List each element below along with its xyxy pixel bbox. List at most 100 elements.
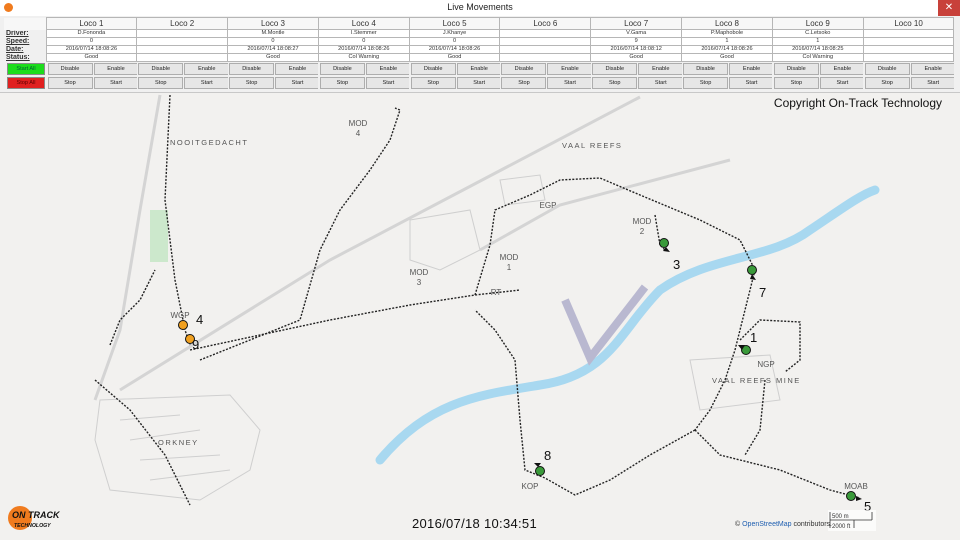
loco-10-enable-button[interactable]: Enable [910, 63, 954, 75]
loco-5-start-button[interactable]: Start [456, 77, 500, 89]
loco-4-disable-button[interactable]: Disable [319, 63, 365, 75]
loco-6-start-button[interactable]: Start [547, 77, 591, 89]
loco-8-speed: 1 [681, 37, 773, 46]
loco-5-marker[interactable] [846, 491, 856, 501]
loco-3-disable-button[interactable]: Disable [229, 63, 275, 75]
loco-6-stop-start-cell: Stop Start [499, 76, 591, 90]
loco-7-status: Good [590, 53, 683, 62]
loco-7-date: 2016/07/14 18:08:12 [590, 45, 683, 54]
loco-10-disable-button[interactable]: Disable [864, 63, 910, 75]
loco-1-enable-button[interactable]: Enable [93, 63, 137, 75]
loco-5-disable-enable-cell: Disable Enable [409, 61, 500, 76]
loco-1-name: Loco 1 [45, 17, 138, 30]
label-mod2-a: MOD [633, 217, 652, 226]
loco-8-start-button[interactable]: Start [729, 77, 773, 89]
loco-3-status: Good [227, 53, 319, 62]
loco-7-direction-icon [750, 274, 756, 280]
loco-4-stop-button[interactable]: Stop [319, 77, 365, 89]
loco-2-disable-enable-cell: Disable Enable [136, 61, 228, 76]
loco-10-status [862, 53, 955, 62]
loco-1-stop-button[interactable]: Stop [47, 77, 93, 89]
label-mod2-b: 2 [640, 227, 645, 236]
loco-6-stop-button[interactable]: Stop [501, 77, 547, 89]
osm-link[interactable]: OpenStreetMap [742, 521, 791, 528]
loco-8-name: Loco 8 [681, 17, 773, 30]
loco-2-disable-button[interactable]: Disable [138, 63, 184, 75]
loco-7-start-button[interactable]: Start [638, 77, 682, 89]
loco-1-start-button[interactable]: Start [93, 77, 137, 89]
status-label: Status: [4, 53, 46, 62]
loco-9-stop-button[interactable]: Stop [773, 77, 819, 89]
loco-8-enable-button[interactable]: Enable [729, 63, 773, 75]
loco-6-disable-enable-cell: Disable Enable [499, 61, 591, 76]
loco-1-speed: 0 [45, 37, 138, 46]
loco-10-disable-enable-cell: Disable Enable [863, 61, 954, 76]
stop-all-button[interactable]: Stop All [7, 77, 45, 89]
rail-moab-line [694, 429, 861, 499]
loco-5-speed: 0 [408, 37, 501, 46]
loco-4-label: 4 [196, 312, 203, 327]
loco-3-enable-button[interactable]: Enable [275, 63, 319, 75]
loco-3-date: 2016/07/14 18:08:27 [227, 45, 319, 54]
loco-9-stop-start-cell: Stop Start [772, 76, 864, 90]
loco-4-status: Col Warning [317, 53, 410, 62]
loco-8-status: Good [681, 53, 773, 62]
loco-4-marker[interactable] [178, 320, 188, 330]
loco-2-stop-button[interactable]: Stop [138, 77, 184, 89]
close-button[interactable]: ✕ [938, 0, 960, 16]
label-moab: MOAB [844, 482, 868, 491]
start-stop-row: Stop All Stop Start Stop Start Stop Start Stop… [4, 76, 954, 90]
loco-6-disable-button[interactable]: Disable [501, 63, 547, 75]
loco-2-start-button[interactable]: Start [184, 77, 228, 89]
loco-8-disable-enable-cell: Disable Enable [681, 61, 773, 76]
copyright-text: Copyright On-Track Technology [773, 96, 942, 110]
loco-9-start-button[interactable]: Start [819, 77, 864, 89]
loco-3-start-button[interactable]: Start [275, 77, 319, 89]
rail-north-loop [474, 177, 756, 296]
loco-5-stop-button[interactable]: Stop [410, 77, 456, 89]
driver-label: Driver: [4, 29, 46, 38]
mod3-town-area [409, 209, 481, 271]
loco-5-disable-button[interactable]: Disable [410, 63, 456, 75]
loco-control-panel: Loco 1 Loco 2 Loco 3 Loco 4 Loco 5 Loco 6 Loco… [0, 16, 960, 93]
stop-all-cell: Stop All [4, 76, 46, 90]
loco-6-speed [499, 37, 592, 46]
loco-header-row: Loco 1 Loco 2 Loco 3 Loco 4 Loco 5 Loco 6 Loco… [4, 17, 955, 30]
corner-cell [4, 17, 46, 30]
speed-row: Speed: 0000911 [4, 37, 955, 46]
loco-7-disable-button[interactable]: Disable [592, 63, 638, 75]
loco-10-stop-start-cell: Stop Start [863, 76, 954, 90]
loco-9-disable-button[interactable]: Disable [773, 63, 819, 75]
loco-7-speed: 9 [590, 37, 683, 46]
orkney-town-area [94, 394, 261, 501]
loco-10-start-button[interactable]: Start [910, 77, 954, 89]
loco-3-marker[interactable] [659, 238, 669, 248]
loco-4-start-button[interactable]: Start [365, 77, 410, 89]
label-orkney: ORKNEY [158, 438, 199, 447]
loco-1-disable-button[interactable]: Disable [47, 63, 93, 75]
loco-3-speed: 0 [227, 37, 319, 46]
loco-5-enable-button[interactable]: Enable [456, 63, 500, 75]
loco-8-stop-button[interactable]: Stop [683, 77, 729, 89]
map-view[interactable]: NOOITGEDACHT VAAL REEFS ORKNEY VAAL REEF… [0, 93, 960, 540]
label-mod3-a: MOD [410, 268, 429, 277]
river [375, 185, 880, 465]
loco-5-stop-start-cell: Stop Start [409, 76, 500, 90]
loco-9-enable-button[interactable]: Enable [819, 63, 864, 75]
loco-6-status [499, 53, 592, 62]
loco-7-stop-button[interactable]: Stop [592, 77, 638, 89]
loco-6-enable-button[interactable]: Enable [547, 63, 591, 75]
loco-4-enable-button[interactable]: Enable [365, 63, 410, 75]
start-all-cell: Start All [4, 61, 46, 76]
loco-9-name: Loco 9 [771, 17, 864, 30]
loco-8-marker[interactable] [535, 466, 545, 476]
loco-7-enable-button[interactable]: Enable [638, 63, 682, 75]
loco-7-marker[interactable] [747, 265, 757, 275]
loco-3-stop-button[interactable]: Stop [229, 77, 275, 89]
loco-2-enable-button[interactable]: Enable [184, 63, 228, 75]
orkney-streets [119, 414, 231, 481]
rail-mine-spur [744, 379, 766, 456]
start-all-button[interactable]: Start All [7, 62, 45, 75]
loco-10-stop-button[interactable]: Stop [864, 77, 910, 89]
loco-8-disable-button[interactable]: Disable [683, 63, 729, 75]
